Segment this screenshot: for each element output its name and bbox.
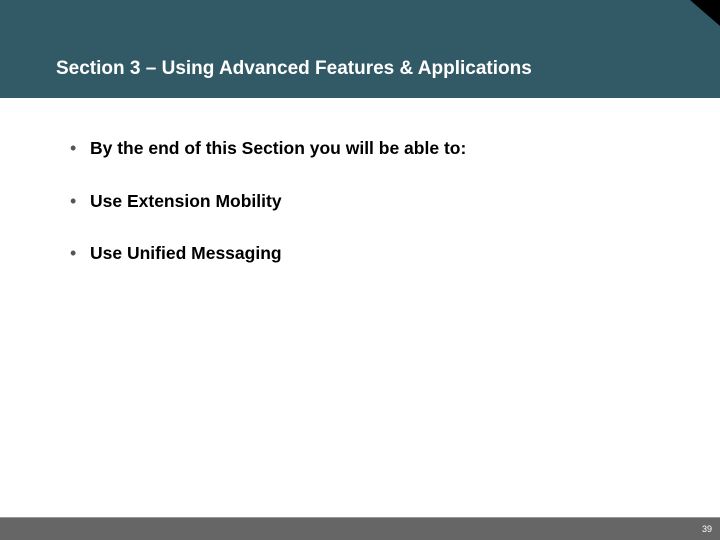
footer-bar: 39 <box>0 517 720 540</box>
section-title: Section 3 – Using Advanced Features & Ap… <box>0 58 532 98</box>
bullet-item: Use Unified Messaging <box>56 241 664 266</box>
page-number: 39 <box>702 524 712 534</box>
bullet-list: By the end of this Section you will be a… <box>56 136 664 266</box>
bullet-item: Use Extension Mobility <box>56 189 664 214</box>
header-bar: Section 3 – Using Advanced Features & Ap… <box>0 0 720 98</box>
slide-content: By the end of this Section you will be a… <box>0 98 720 266</box>
bullet-item: By the end of this Section you will be a… <box>56 136 664 161</box>
